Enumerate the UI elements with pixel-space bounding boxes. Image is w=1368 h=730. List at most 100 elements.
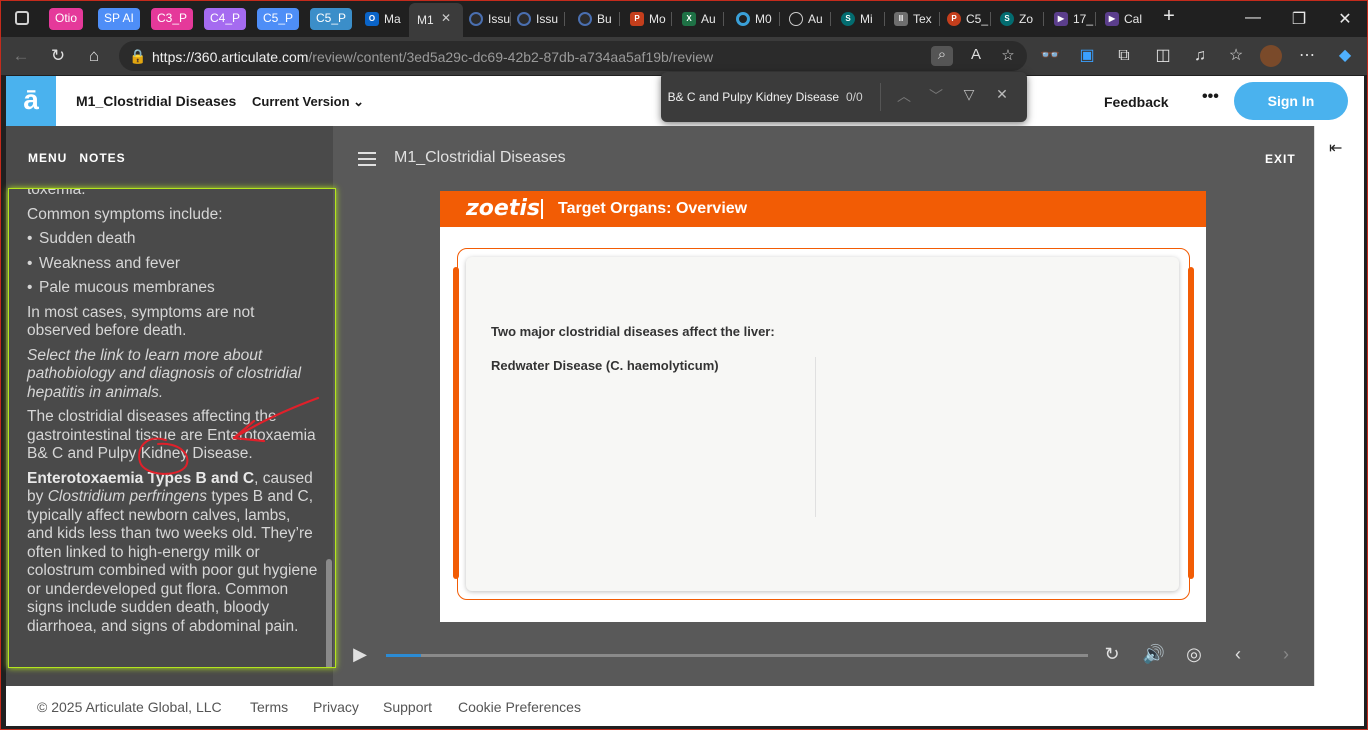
next-slide-icon[interactable]: › (1274, 644, 1298, 665)
circle-app-icon (736, 12, 750, 26)
symptom-list: Sudden death Weakness and fever Pale muc… (27, 230, 319, 298)
notes-scrollbar[interactable] (326, 559, 332, 667)
footer-link-privacy[interactable]: Privacy (313, 699, 359, 715)
volume-icon[interactable]: 🔊 (1142, 644, 1166, 665)
page-footer: © 2025 Articulate Global, LLC Terms Priv… (6, 686, 1364, 726)
notes-paragraph: The clostridial diseases affecting the g… (27, 408, 316, 462)
find-filter-icon[interactable]: ▽ (959, 86, 979, 106)
tab-group-c5[interactable]: C5_P (257, 8, 300, 30)
tab-text[interactable]: II Tex (892, 8, 940, 30)
replay-icon[interactable]: ↻ (1100, 644, 1124, 665)
favorite-star-icon[interactable]: ☆ (997, 46, 1019, 66)
tab-zoetis[interactable]: S Zo (998, 8, 1044, 30)
more-options-icon[interactable]: ••• (1202, 88, 1219, 106)
footer-link-terms[interactable]: Terms (250, 699, 288, 715)
tab-outlook[interactable]: O Ma (363, 8, 407, 30)
feedback-link[interactable]: Feedback (1104, 94, 1169, 110)
collections-icon[interactable]: ♫ (1189, 45, 1211, 67)
tab-bu[interactable]: Bu (576, 8, 620, 30)
minimize-button[interactable]: — (1233, 9, 1273, 27)
excel-icon: X (682, 12, 696, 26)
read-aloud-icon[interactable]: A (965, 46, 987, 66)
course-player: MENU NOTES toxemia. Common symptoms inclu… (6, 126, 1314, 686)
menu-toggle-icon[interactable] (358, 152, 376, 166)
notes-link-prompt: Select the link to learn more about path… (27, 346, 302, 401)
tab-m0[interactable]: M0 (734, 8, 780, 30)
previous-slide-icon[interactable]: ‹ (1226, 644, 1250, 665)
disease-link[interactable]: Redwater Disease (C. haemolyticum) (491, 358, 719, 373)
new-tab-button[interactable]: + (1149, 5, 1189, 28)
frame-accent-right (1188, 267, 1194, 579)
favorites-icon[interactable]: ☆ (1225, 45, 1247, 67)
notes-panel[interactable]: toxemia. Common symptoms include: Sudden… (8, 188, 336, 668)
tab-excel[interactable]: X Au (680, 8, 724, 30)
find-input[interactable]: B& C and Pulpy Kidney Disease. (667, 90, 839, 104)
tab-group-c4[interactable]: C4_P (204, 8, 247, 30)
seek-bar[interactable] (386, 654, 1088, 657)
restore-button[interactable]: ❐ (1279, 9, 1319, 29)
notes-paragraph: Enterotoxaemia Types B and C, caused by … (27, 469, 318, 635)
collapse-panel-icon[interactable]: ⇤ (1329, 138, 1342, 158)
close-tab-icon[interactable]: ✕ (441, 11, 451, 25)
home-icon[interactable]: ⌂ (83, 45, 105, 67)
tab-powerpoint[interactable]: P Mo (628, 8, 672, 30)
globe-icon (789, 12, 803, 26)
tab-active-m1[interactable]: M1 ✕ (409, 3, 463, 37)
play-icon[interactable]: ▶ (348, 644, 372, 665)
find-next-icon[interactable]: ﹀ (926, 86, 946, 106)
notes-content: toxemia. Common symptoms include: Sudden… (27, 188, 319, 642)
slide-title: Target Organs: Overview (558, 200, 748, 217)
list-item: Weakness and fever (27, 255, 319, 274)
extension-glasses-icon[interactable]: 👓 (1039, 45, 1061, 67)
version-dropdown[interactable]: Current Version ⌄ (252, 94, 364, 110)
footer-link-cookies[interactable]: Cookie Preferences (458, 699, 581, 715)
address-bar[interactable]: 🔒 https://360.articulate.com/review/cont… (119, 41, 1027, 71)
extensions-icon[interactable]: ⧉ (1113, 45, 1135, 67)
frame-accent-left (453, 267, 459, 579)
sign-in-button[interactable]: Sign In (1234, 82, 1348, 120)
jira-icon (517, 12, 531, 26)
close-window-button[interactable]: ✕ (1325, 9, 1365, 29)
tab-group-otio[interactable]: Otio (49, 8, 84, 30)
tab-group-c5-b[interactable]: C5_P (310, 8, 353, 30)
content-card: Two major clostridial diseases affect th… (466, 257, 1179, 591)
tab-17[interactable]: ▶ 17_ (1052, 8, 1096, 30)
list-item: Pale mucous membranes (27, 279, 319, 298)
find-on-page-icon[interactable]: ⌕ (931, 46, 953, 66)
slide-banner: zoetis Target Organs: Overview (440, 191, 1206, 227)
exit-button[interactable]: EXIT (1265, 152, 1296, 166)
tab-menu[interactable]: MENU (28, 151, 67, 165)
split-screen-icon[interactable]: ◫ (1152, 45, 1174, 67)
tab-notes[interactable]: NOTES (79, 151, 125, 165)
find-bar: B& C and Pulpy Kidney Disease. 0/0 ︿ ﹀ ▽… (661, 72, 1027, 122)
screenshot-icon[interactable]: ▣ (1076, 45, 1098, 67)
slide-header-title: M1_Clostridial Diseases (394, 149, 566, 166)
player-sidebar: MENU NOTES toxemia. Common symptoms inclu… (6, 126, 336, 686)
footer-link-support[interactable]: Support (383, 699, 432, 715)
tab-issues-1[interactable]: Issu (467, 8, 511, 30)
find-close-icon[interactable]: ✕ (992, 86, 1012, 106)
tab-actions-icon[interactable] (15, 11, 29, 25)
powerpoint-icon: P (630, 12, 644, 26)
url-text[interactable]: https://360.articulate.com/review/conten… (152, 49, 713, 65)
settings-more-icon[interactable]: ⋯ (1296, 45, 1318, 67)
tab-cal[interactable]: ▶ Cal (1103, 8, 1149, 30)
copilot-icon[interactable]: ◆ (1334, 45, 1356, 67)
tab-group-sp-ai[interactable]: SP AI (98, 8, 140, 30)
playback-speed-icon[interactable]: ◎ (1182, 644, 1206, 665)
refresh-icon[interactable]: ↻ (47, 45, 69, 67)
card-heading: Two major clostridial diseases affect th… (491, 324, 775, 339)
tab-globe[interactable]: Au (787, 8, 831, 30)
site-info-icon[interactable]: 🔒 (129, 48, 146, 65)
playback-controls: ▶ ↻ 🔊 ◎ ‹ › (333, 636, 1314, 676)
tab-sharepoint[interactable]: S Mi (839, 8, 885, 30)
articulate-logo[interactable]: ā (6, 76, 56, 126)
tab-powerpoint-2[interactable]: P C5_ (945, 8, 991, 30)
tab-group-c3[interactable]: C3_P (151, 8, 194, 30)
card-divider (815, 357, 816, 517)
tab-issues-2[interactable]: Issu (515, 8, 565, 30)
back-icon[interactable]: ← (10, 45, 32, 67)
notes-paragraph: toxemia. (27, 188, 86, 198)
find-previous-icon[interactable]: ︿ (894, 86, 914, 106)
profile-avatar[interactable] (1260, 45, 1282, 67)
